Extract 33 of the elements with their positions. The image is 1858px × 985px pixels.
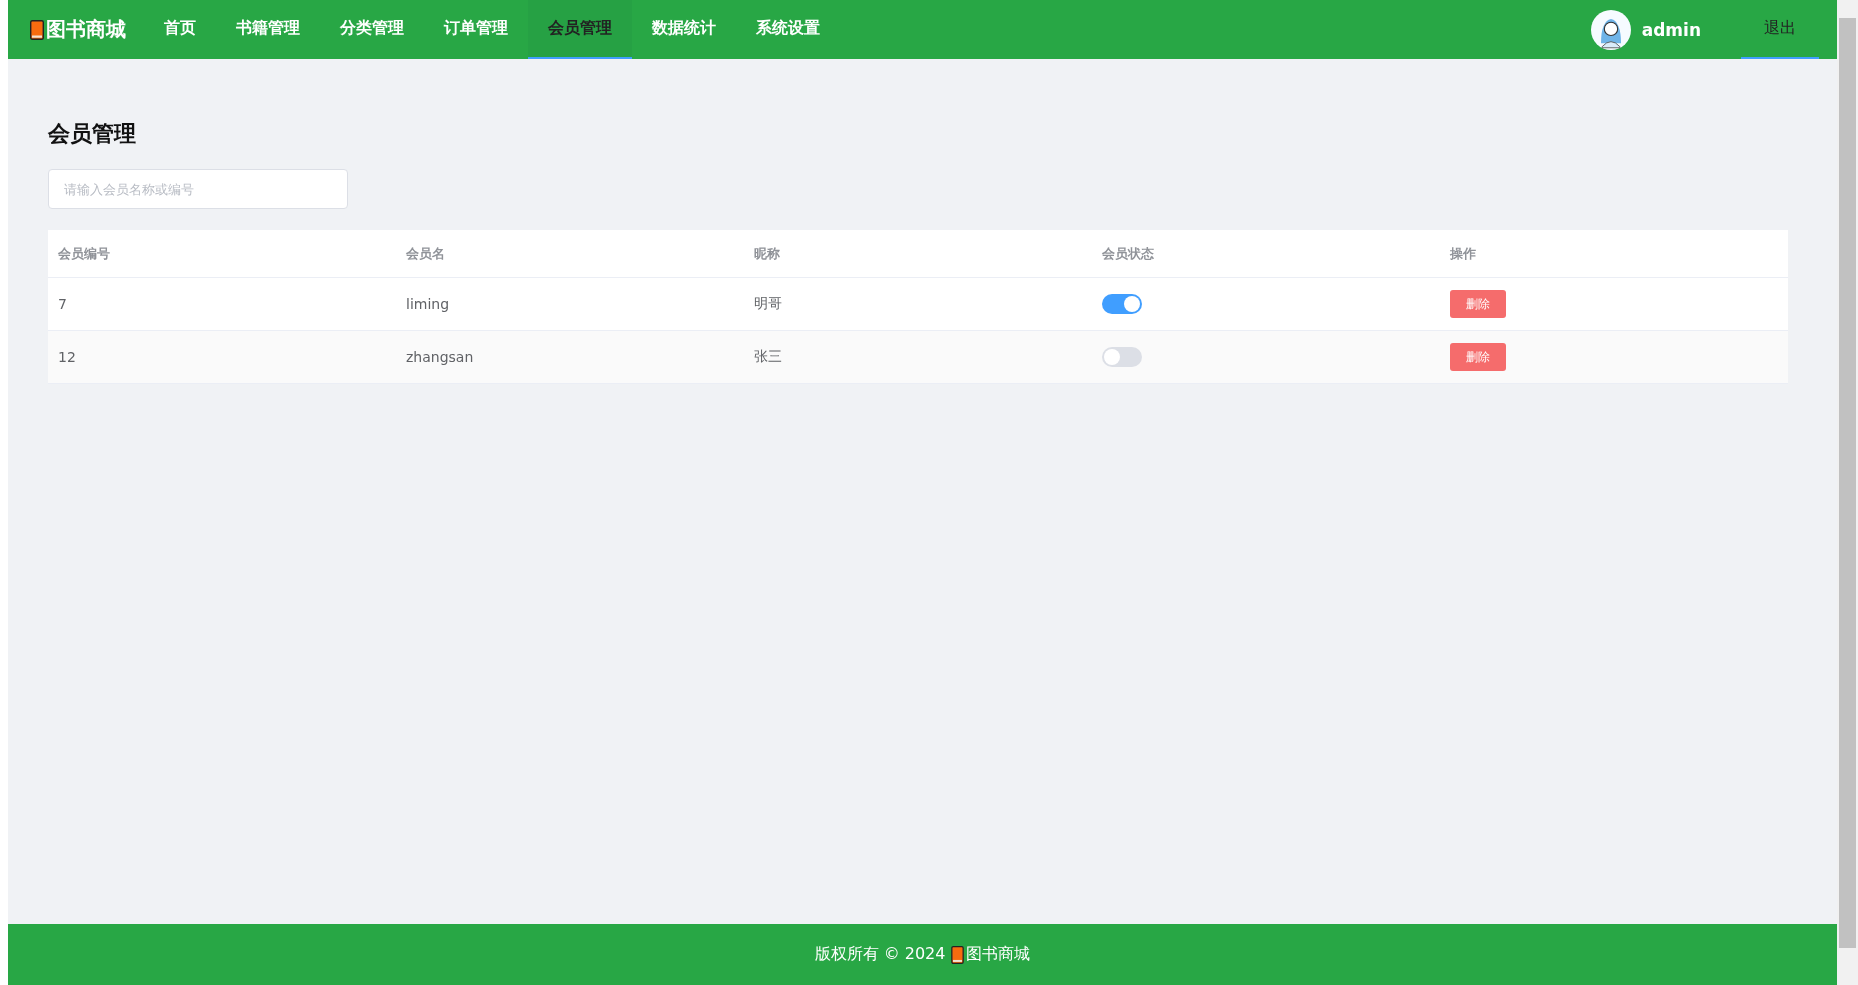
scrollbar[interactable] xyxy=(1837,0,1858,985)
table-cell: 12 xyxy=(58,349,76,365)
nav-tab[interactable]: 订单管理 xyxy=(424,0,528,59)
nav-tab[interactable]: 书籍管理 xyxy=(216,0,320,59)
avatar-icon xyxy=(1590,9,1631,50)
username: admin xyxy=(1641,19,1701,40)
logout-link[interactable]: 退出 xyxy=(1741,0,1819,59)
column-header: 昵称 xyxy=(753,244,781,263)
nav-tab[interactable]: 首页 xyxy=(144,0,216,59)
table-cell: liming xyxy=(406,296,450,312)
nav-tab[interactable]: 系统设置 xyxy=(736,0,840,59)
column-header: 会员名 xyxy=(405,244,446,263)
brand-text: 图书商城 xyxy=(966,944,1031,965)
column-header: 会员编号 xyxy=(57,244,111,263)
table-cell: zhangsan xyxy=(406,349,474,365)
nav-tab[interactable]: 会员管理 xyxy=(528,0,632,59)
nav-tab[interactable]: 数据统计 xyxy=(632,0,736,59)
status-switch[interactable] xyxy=(1102,347,1142,367)
column-header: 会员状态 xyxy=(1101,244,1155,263)
table-cell: 7 xyxy=(58,296,67,312)
book-icon xyxy=(30,19,44,40)
nav-tab[interactable]: 分类管理 xyxy=(320,0,424,59)
delete-button[interactable]: 删除 xyxy=(1450,290,1506,318)
table-cell: 明哥 xyxy=(754,295,782,313)
copyright-text: 版权所有 © 2024 xyxy=(814,944,946,965)
page-title: 会员管理 xyxy=(48,120,136,148)
table-cell: 张三 xyxy=(754,348,782,366)
status-switch[interactable] xyxy=(1102,294,1142,314)
search-field[interactable]: 请输入会员名称或编号 xyxy=(48,169,348,209)
logo-text: 图书商城 xyxy=(46,16,126,43)
column-header: 操作 xyxy=(1449,244,1477,263)
book-icon xyxy=(951,945,965,964)
delete-button[interactable]: 删除 xyxy=(1450,343,1506,371)
